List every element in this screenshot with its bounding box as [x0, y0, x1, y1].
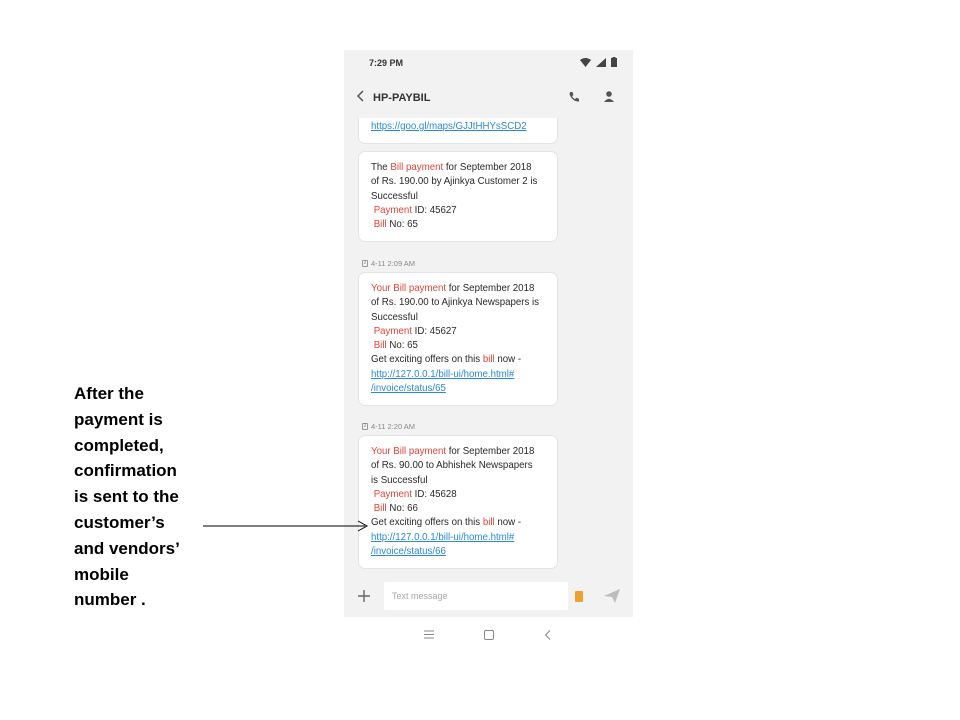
sim-icon[interactable]	[575, 591, 583, 602]
message-line: of Rs. 190.00 to Ajinkya Newspapers is	[371, 297, 540, 309]
message-input-placeholder: Text message	[392, 591, 448, 601]
message-line: The Bill payment for September 2018	[371, 162, 532, 173]
person-icon[interactable]	[601, 89, 617, 105]
message-line: Bill No: 65	[373, 219, 418, 231]
message-timestamp: 2 4-11 2:20 AM	[362, 422, 416, 431]
sim-icon: 2	[362, 260, 368, 267]
wifi-icon	[580, 57, 591, 67]
message-bubble[interactable]: https://goo.gl/maps/GJJtHHYsSCD2	[359, 118, 557, 143]
message-line: Payment ID: 45627	[373, 325, 457, 337]
plus-icon[interactable]	[356, 588, 372, 604]
sim-icon: 2	[362, 423, 368, 430]
signal-icon	[596, 57, 606, 67]
navigation-bar	[344, 617, 633, 653]
phone-screen: 7:29 PM HP-PAYBIL https://goo.gl/maps/GJ…	[344, 50, 633, 617]
message-line: Bill No: 66	[373, 503, 418, 515]
phone-icon[interactable]	[566, 89, 582, 105]
back-nav-icon[interactable]	[544, 630, 552, 640]
message-line: Successful	[371, 190, 418, 202]
message-line: Get exciting offers on this bill now -	[371, 354, 522, 366]
conversation-header: HP-PAYBIL	[344, 76, 633, 118]
message-bubble[interactable]: The Bill payment for September 2018 of R…	[359, 152, 557, 241]
message-line: of Rs. 90.00 to Abhishek Newspapers	[371, 460, 533, 472]
maps-link[interactable]: https://goo.gl/maps/GJJtHHYsSCD2	[371, 121, 527, 132]
message-timestamp: 2 4-11 2:09 AM	[362, 259, 416, 268]
message-line: Payment ID: 45628	[373, 488, 457, 500]
message-line: Get exciting offers on this bill now -	[371, 517, 522, 529]
invoice-link[interactable]: http://127.0.0.1/bill-ui/home.html#	[371, 531, 557, 545]
back-arrow-icon[interactable]	[353, 88, 369, 104]
message-line: Successful	[371, 311, 418, 323]
message-bubble[interactable]: Your Bill payment for September 2018 of …	[359, 436, 557, 568]
message-list[interactable]: https://goo.gl/maps/GJJtHHYsSCD2 The Bil…	[344, 118, 633, 577]
message-bubble[interactable]: Your Bill payment for September 2018 of …	[359, 273, 557, 405]
send-icon[interactable]	[603, 588, 621, 604]
home-icon[interactable]	[484, 630, 494, 640]
message-input[interactable]: Text message	[384, 582, 568, 610]
message-line: Bill No: 65	[373, 340, 418, 352]
message-line: of Rs. 190.00 by Ajinkya Customer 2 is	[371, 176, 538, 188]
message-line: Your Bill payment for September 2018	[371, 446, 535, 457]
invoice-link[interactable]: http://127.0.0.1/bill-ui/home.html#	[371, 368, 557, 382]
invoice-link[interactable]: /invoice/status/65	[371, 382, 557, 396]
status-time: 7:29 PM	[369, 58, 404, 68]
menu-icon[interactable]	[424, 630, 434, 639]
contact-name: HP-PAYBIL	[373, 92, 431, 104]
message-line: is Successful	[371, 474, 428, 486]
message-line: Payment ID: 45627	[373, 204, 457, 216]
status-bar: 7:29 PM	[344, 50, 633, 76]
status-icons	[580, 57, 617, 67]
annotation-text: After the payment is completed, confirma…	[74, 384, 180, 610]
battery-icon	[611, 57, 617, 67]
annotation-arrow	[203, 520, 369, 532]
compose-bar: Text message	[344, 577, 633, 617]
invoice-link[interactable]: /invoice/status/66	[371, 545, 557, 559]
message-line: Your Bill payment for September 2018	[371, 283, 535, 294]
